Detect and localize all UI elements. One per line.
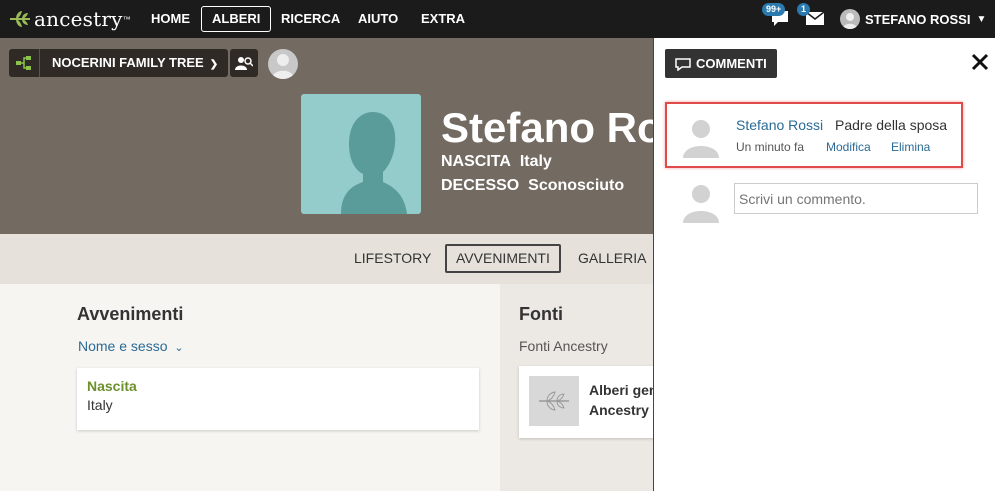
user-menu[interactable]: STEFANO ROSSI ▼ xyxy=(840,9,986,29)
events-section: Avvenimenti Nome e sesso ⌄ Nascita Italy xyxy=(0,284,498,491)
source-title: Alberi gen Ancestry xyxy=(589,382,658,418)
chevron-down-icon: ❯ xyxy=(209,59,219,70)
person-portrait[interactable] xyxy=(301,94,421,214)
tab-galleria[interactable]: GALLERIA xyxy=(568,244,656,273)
logo-wordmark: ancestry xyxy=(34,7,123,31)
birth-label: NASCITA xyxy=(441,153,511,170)
nav-ricerca[interactable]: RICERCA xyxy=(276,6,345,32)
tab-lifestory[interactable]: LIFESTORY xyxy=(344,244,441,273)
event-value: Italy xyxy=(87,397,113,413)
messages-badge: 99+ xyxy=(762,3,786,16)
mail-badge: 1 xyxy=(797,3,811,16)
user-avatar xyxy=(840,9,860,29)
leaf-logo-icon xyxy=(10,11,30,27)
edit-comment-link[interactable]: Modifica xyxy=(826,140,871,154)
delete-comment-link[interactable]: Elimina xyxy=(891,140,930,154)
nav-alberi[interactable]: ALBERI xyxy=(201,6,272,32)
comment-input[interactable] xyxy=(734,183,978,214)
sources-title: Fonti xyxy=(519,304,563,324)
tree-view-icon[interactable] xyxy=(9,49,40,77)
nav-home[interactable]: HOME xyxy=(146,6,195,32)
home-person-avatar[interactable] xyxy=(268,49,298,79)
top-nav: ancestry ™ HOME ALBERI RICERCA AIUTO EXTR… xyxy=(0,0,995,38)
nav-aiuto[interactable]: AIUTO xyxy=(353,6,403,32)
chevron-down-icon: ▼ xyxy=(976,13,987,25)
comments-button[interactable]: COMMENTI xyxy=(665,49,777,78)
chevron-down-icon: ⌄ xyxy=(174,342,184,354)
close-icon[interactable] xyxy=(969,51,991,73)
comment-author-avatar xyxy=(681,116,721,158)
events-title: Avvenimenti xyxy=(77,304,184,324)
events-filter[interactable]: Nome e sesso ⌄ xyxy=(78,338,184,354)
death-fact: DECESSO Sconosciuto xyxy=(441,177,624,195)
sources-subtitle: Fonti Ancestry xyxy=(519,338,608,354)
event-card-birth[interactable]: Nascita Italy xyxy=(77,368,479,430)
current-user-avatar xyxy=(681,181,721,223)
filter-label: Nome e sesso xyxy=(78,338,168,354)
comments-panel: COMMENTI Stefano Rossi Padre della sposa… xyxy=(653,38,995,491)
leaf-source-icon xyxy=(529,376,579,426)
death-value: Sconosciuto xyxy=(528,177,625,194)
comment-author[interactable]: Stefano Rossi xyxy=(736,117,823,133)
tab-avvenimenti[interactable]: AVVENIMENTI xyxy=(445,244,561,273)
death-label: DECESSO xyxy=(441,177,520,194)
person-search-icon[interactable] xyxy=(230,49,258,77)
nav-extra[interactable]: EXTRA xyxy=(416,6,470,32)
comments-button-label: COMMENTI xyxy=(696,56,767,71)
tree-name-label: NOCERINI FAMILY TREE xyxy=(52,55,204,70)
comment-text: Padre della sposa xyxy=(835,117,948,133)
comment-item: Stefano Rossi Padre della sposa Un minut… xyxy=(665,102,963,168)
comment-time: Un minuto fa xyxy=(736,140,805,154)
tree-selector[interactable]: NOCERINI FAMILY TREE ❯ xyxy=(9,49,229,77)
ancestry-logo[interactable]: ancestry ™ xyxy=(8,7,131,31)
tree-name-dropdown[interactable]: NOCERINI FAMILY TREE ❯ xyxy=(40,49,229,77)
birth-value: Italy xyxy=(519,153,552,170)
comment-bubble-icon xyxy=(675,57,691,71)
birth-fact: NASCITA Italy xyxy=(441,153,552,171)
event-title[interactable]: Nascita xyxy=(87,378,469,394)
user-name: STEFANO ROSSI xyxy=(865,11,971,27)
